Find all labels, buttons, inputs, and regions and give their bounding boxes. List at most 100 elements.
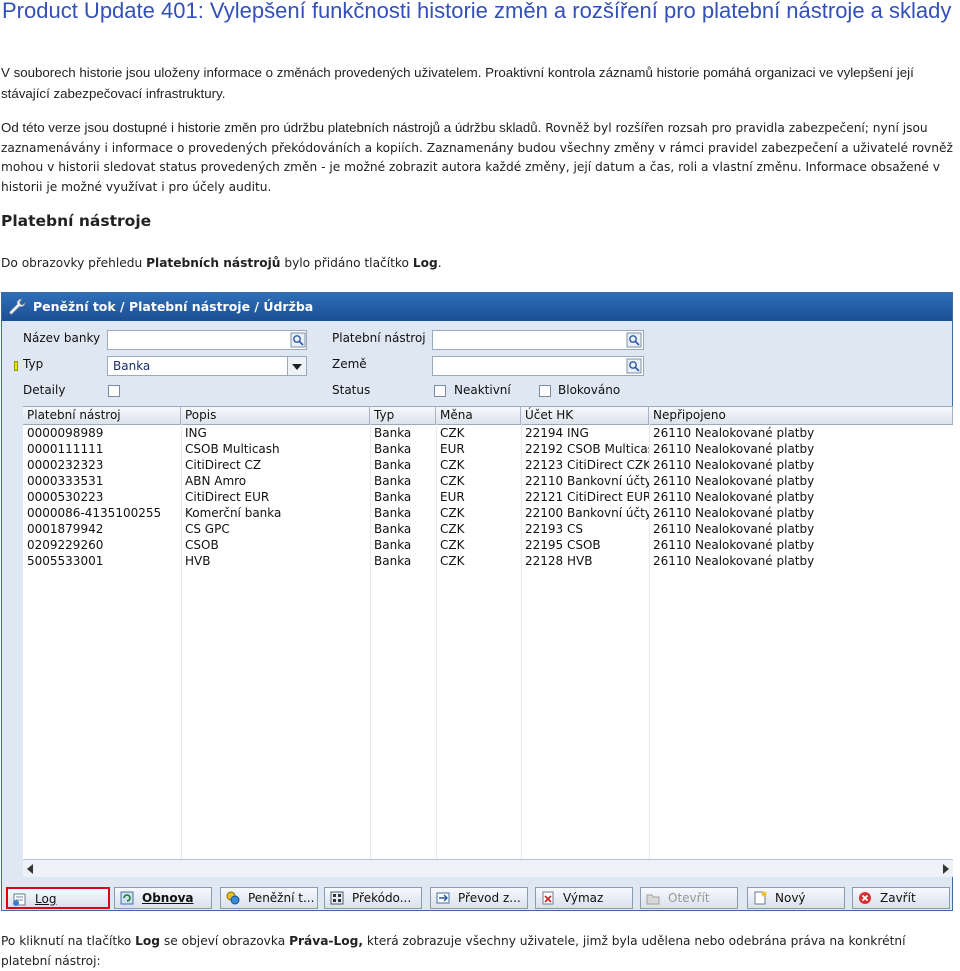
- table-row[interactable]: 0001879942 CS GPC Banka CZK 22193 CS 26110 Ne…: [23, 521, 953, 537]
- recode-button[interactable]: Překódo...: [324, 887, 422, 909]
- table-cell: 22195 CSOB: [525, 538, 601, 552]
- blocked-checkbox[interactable]: [539, 385, 551, 397]
- bold-fragment: Práva-Log,: [289, 934, 363, 948]
- table-row[interactable]: 0000232323 CitiDirect CZ Banka CZK 22123 Cit…: [23, 457, 953, 473]
- column-header-mena[interactable]: Měna: [436, 407, 521, 424]
- bank-name-input[interactable]: [107, 330, 307, 350]
- table-cell: 22100 Bankovní účty - K: [525, 506, 649, 520]
- section-heading: Platební nástroje: [1, 212, 152, 230]
- lookup-icon[interactable]: [290, 332, 306, 348]
- transfer-icon: [436, 892, 450, 904]
- table-cell: 22193 CS: [525, 522, 583, 536]
- type-label: Typ: [23, 357, 44, 371]
- wrench-icon: [9, 298, 26, 315]
- table-row[interactable]: 0000111111 CSOB Multicash Banka EUR 22192 CS…: [23, 441, 953, 457]
- column-header-platebni-nastroj[interactable]: Platební nástroj: [23, 407, 181, 424]
- table-cell: ING: [185, 426, 207, 440]
- button-label: Peněžní t...: [248, 891, 315, 905]
- scroll-right-icon[interactable]: [943, 864, 949, 874]
- table-cell: Banka: [374, 458, 412, 472]
- table-cell: 22121 CitiDirect EUR: [525, 490, 649, 504]
- table-row[interactable]: 0000086-4135100255 Komerční banka Banka CZK…: [23, 505, 953, 521]
- scroll-left-icon[interactable]: [27, 864, 33, 874]
- close-button[interactable]: Zavřít: [852, 887, 950, 909]
- table-row[interactable]: 0000333531 ABN Amro Banka CZK 22110 Bankovní…: [23, 473, 953, 489]
- inactive-label: Neaktivní: [454, 383, 511, 397]
- table-cell: 26110 Nealokované platby: [653, 506, 815, 520]
- refresh-icon: [120, 891, 134, 905]
- cashflow-button[interactable]: Peněžní t...: [220, 887, 318, 909]
- column-header-popis[interactable]: Popis: [181, 407, 370, 424]
- button-label: Zavřít: [880, 891, 916, 905]
- table-cell: 22194 ING: [525, 426, 589, 440]
- details-checkbox[interactable]: [108, 385, 120, 397]
- open-button[interactable]: Otevřít: [640, 887, 738, 909]
- table-cell: 0000530223: [27, 490, 104, 504]
- table-cell: Komerční banka: [185, 506, 282, 520]
- table-cell: 0000232323: [27, 458, 104, 472]
- page-title: Product Update 401: Vylepšení funkčnosti…: [2, 0, 952, 23]
- column-divider: [436, 424, 437, 860]
- table-cell: 22192 CSOB Multicash: [525, 442, 649, 456]
- table-cell: HVB: [185, 554, 211, 568]
- column-divider: [181, 424, 182, 860]
- table-cell: CitiDirect CZ: [185, 458, 262, 472]
- payment-tool-input[interactable]: [432, 330, 644, 350]
- table-cell: 26110 Nealokované platby: [653, 554, 815, 568]
- inactive-checkbox[interactable]: [434, 385, 446, 397]
- horizontal-scrollbar[interactable]: [23, 859, 953, 877]
- cashflow-icon: [226, 891, 240, 905]
- table-cell: EUR: [440, 442, 465, 456]
- new-button[interactable]: Nový: [747, 887, 845, 909]
- delete-icon: [542, 891, 554, 905]
- table-cell: 26110 Nealokované platby: [653, 490, 815, 504]
- table-row[interactable]: 0000098989 ING Banka CZK 22194 ING 26110 Neal…: [23, 425, 953, 441]
- button-label: Otevřít: [668, 891, 710, 905]
- table-row[interactable]: 5005533001 HVB Banka CZK 22128 HVB 26110 Neal…: [23, 553, 953, 569]
- button-label: Výmaz: [563, 891, 604, 905]
- button-label: Převod z...: [458, 891, 521, 905]
- table-cell: CZK: [440, 538, 465, 552]
- window-title: Peněžní tok / Platební nástroje / Údržba: [33, 299, 314, 314]
- status-label: Status: [332, 383, 371, 397]
- transfer-button[interactable]: Převod z...: [430, 887, 528, 909]
- country-label: Země: [332, 357, 367, 371]
- log-button[interactable]: Log: [6, 887, 110, 909]
- type-select[interactable]: Banka: [107, 356, 307, 376]
- column-header-typ[interactable]: Typ: [370, 407, 436, 424]
- blocked-label: Blokováno: [558, 383, 621, 397]
- delete-button[interactable]: Výmaz: [535, 887, 633, 909]
- required-marker: [14, 361, 18, 371]
- log-icon: [13, 893, 26, 906]
- table-cell: 26110 Nealokované platby: [653, 538, 815, 552]
- text-fragment: Po kliknutí na tlačítko: [1, 934, 136, 948]
- recode-icon: [330, 891, 344, 905]
- payment-tools-table: Platební nástroj Popis Typ Měna Účet HK Nepři…: [23, 406, 953, 860]
- table-cell: Banka: [374, 426, 412, 440]
- table-row[interactable]: 0000530223 CitiDirect EUR Banka EUR 22121 Ci…: [23, 489, 953, 505]
- lookup-icon[interactable]: [626, 358, 642, 374]
- table-cell: Banka: [374, 490, 412, 504]
- app-window: Peněžní tok / Platební nástroje / Údržba…: [1, 292, 953, 911]
- new-icon: [754, 891, 767, 905]
- button-label: Překódo...: [352, 891, 412, 905]
- button-label: Obnova: [142, 891, 194, 905]
- column-header-nepripojeno[interactable]: Nepřipojeno: [649, 407, 953, 424]
- country-input[interactable]: [432, 356, 644, 376]
- table-cell: 0000111111: [27, 442, 104, 456]
- lookup-icon[interactable]: [626, 332, 642, 348]
- table-cell: 26110 Nealokované platby: [653, 474, 815, 488]
- refresh-button[interactable]: Obnova: [114, 887, 212, 909]
- table-cell: 0001879942: [27, 522, 104, 536]
- table-cell: CZK: [440, 522, 465, 536]
- table-cell: 26110 Nealokované platby: [653, 442, 815, 456]
- table-cell: CitiDirect EUR: [185, 490, 270, 504]
- text-fragment: .: [437, 256, 442, 270]
- bold-fragment: Log: [135, 934, 161, 948]
- column-divider: [521, 424, 522, 860]
- table-row[interactable]: 0209229260 CSOB Banka CZK 22195 CSOB 26110 Ne…: [23, 537, 953, 553]
- bold-fragment: Log: [412, 256, 438, 270]
- chevron-down-icon[interactable]: [287, 357, 306, 375]
- table-cell: 0209229260: [27, 538, 104, 552]
- column-header-ucet-hk[interactable]: Účet HK: [521, 407, 649, 424]
